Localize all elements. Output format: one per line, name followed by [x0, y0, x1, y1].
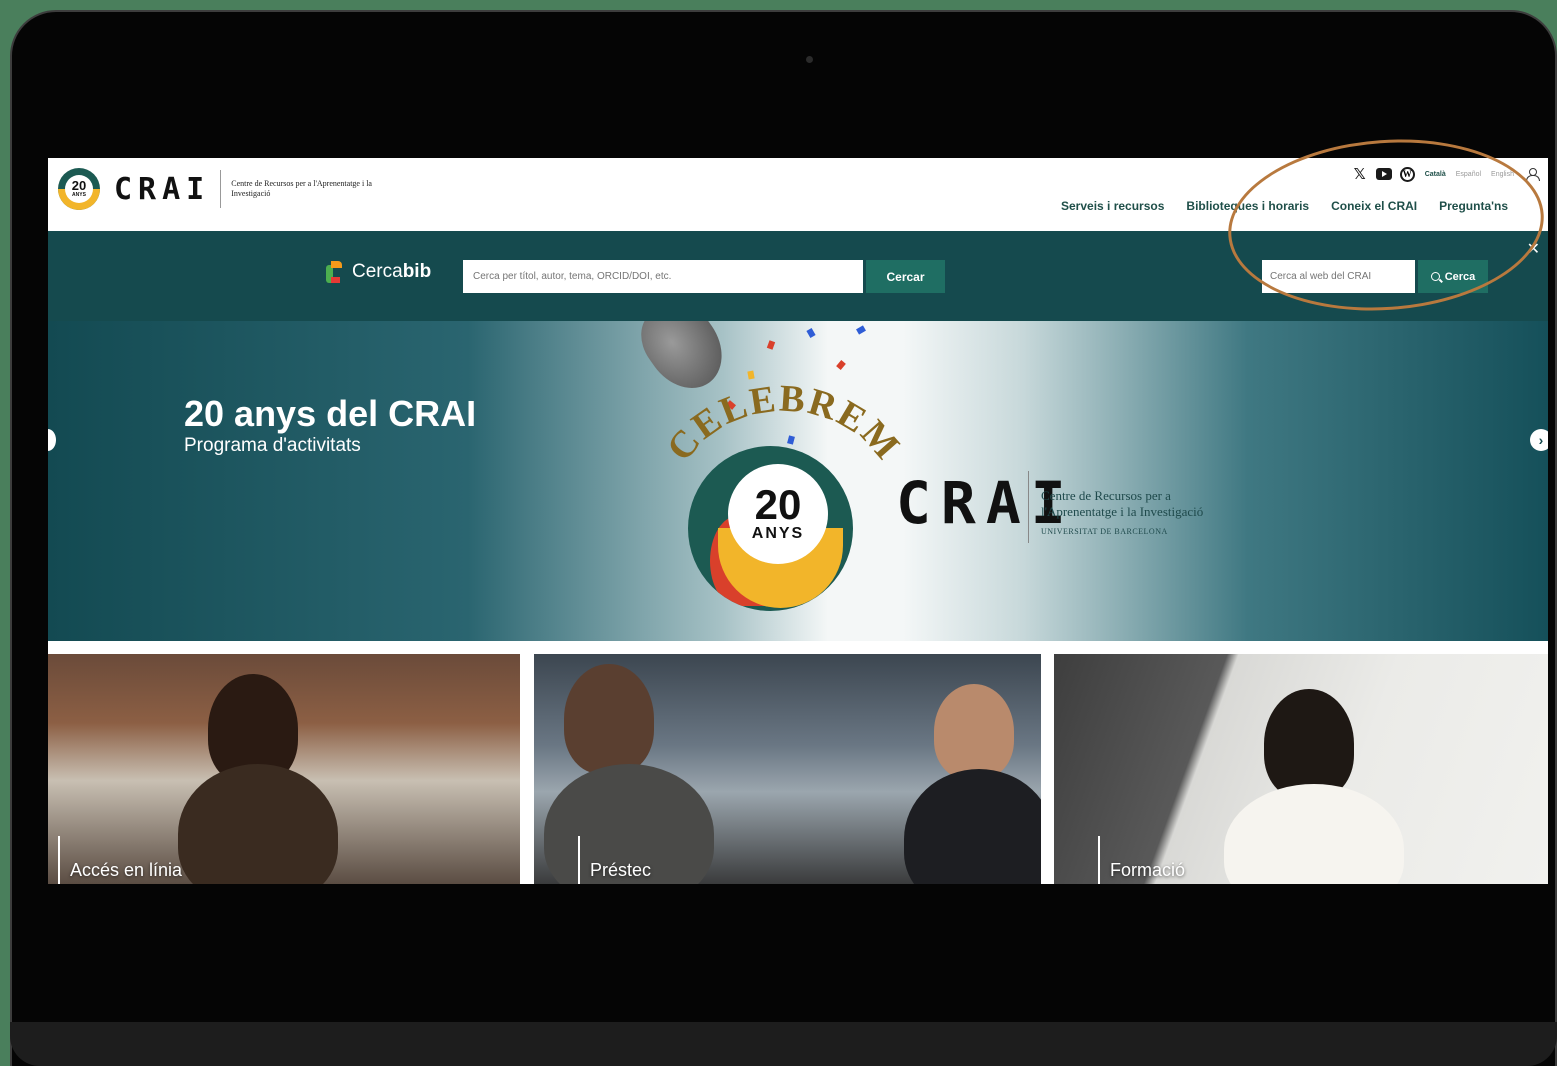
webcam — [806, 56, 813, 63]
card-acces-en-linia[interactable]: Accés en línia — [48, 654, 520, 884]
card-label: Préstec — [578, 836, 651, 884]
cercabib-search-button[interactable]: Cercar — [866, 260, 945, 293]
hero-subtitle: Programa d'activitats — [184, 435, 361, 456]
nav-serveis[interactable]: Serveis i recursos — [1061, 199, 1164, 213]
card-label: Formació — [1098, 836, 1185, 884]
hero-org-line1: Centre de Recursos per a — [1041, 488, 1171, 503]
hero-title: 20 anys del CRAI — [184, 393, 477, 434]
hero-divider — [1028, 471, 1029, 543]
user-icon[interactable] — [1526, 168, 1540, 181]
hero-org-name: Centre de Recursos per a l'Aprenentatge … — [1041, 488, 1203, 540]
photo-person — [178, 764, 338, 884]
confetti — [836, 360, 846, 370]
logo-wordmark: CRAI — [114, 171, 211, 207]
laptop-base — [10, 1022, 1557, 1066]
anniversary-logo-icon: 20 ANYS — [688, 446, 853, 611]
confetti — [856, 325, 866, 335]
anniversary-badge-icon: 20 ANYS — [58, 168, 100, 210]
photo-person — [934, 684, 1014, 779]
hero-university: UNIVERSITAT DE BARCELONA — [1041, 527, 1168, 536]
photo-person — [564, 664, 654, 774]
service-cards: Accés en línia Préstec Formació — [48, 641, 1548, 884]
crai-logo[interactable]: 20 ANYS CRAI Centre de Recursos per a l'… — [58, 168, 381, 210]
hero-org-line2: l'Aprenentatge i la Investigació — [1041, 504, 1204, 519]
carousel-prev-button[interactable] — [48, 429, 56, 451]
badge-number: 20 — [71, 178, 87, 193]
logo-divider — [220, 170, 222, 208]
badge-text: ANYS — [72, 192, 86, 198]
cercabib-logo: Cerca bib — [326, 261, 431, 283]
confetti — [806, 328, 816, 338]
photo-person — [1224, 784, 1404, 884]
confetti — [747, 370, 755, 380]
hero-banner[interactable]: › 20 anys del CRAI Programa d'activitats… — [48, 321, 1548, 641]
carousel-next-button[interactable]: › — [1530, 429, 1548, 451]
cercabib-brand-b: bib — [402, 261, 432, 282]
card-formacio[interactable]: Formació — [1054, 654, 1548, 884]
hero-badge-text: ANYS — [751, 525, 805, 542]
photo-person — [1264, 689, 1354, 799]
confetti — [766, 340, 776, 350]
photo-person — [904, 769, 1041, 884]
card-label: Accés en línia — [58, 836, 182, 884]
card-prestec[interactable]: Préstec — [534, 654, 1041, 884]
logo-subtitle: Centre de Recursos per a l'Aprenentatge … — [231, 179, 372, 198]
cercabib-brand-a: Cerca — [352, 261, 403, 282]
cercabib-icon — [326, 261, 342, 283]
cercabib-search-input[interactable] — [463, 260, 863, 293]
hero-badge-number: 20 — [754, 481, 802, 528]
logo-center: 20 ANYS — [728, 464, 828, 564]
